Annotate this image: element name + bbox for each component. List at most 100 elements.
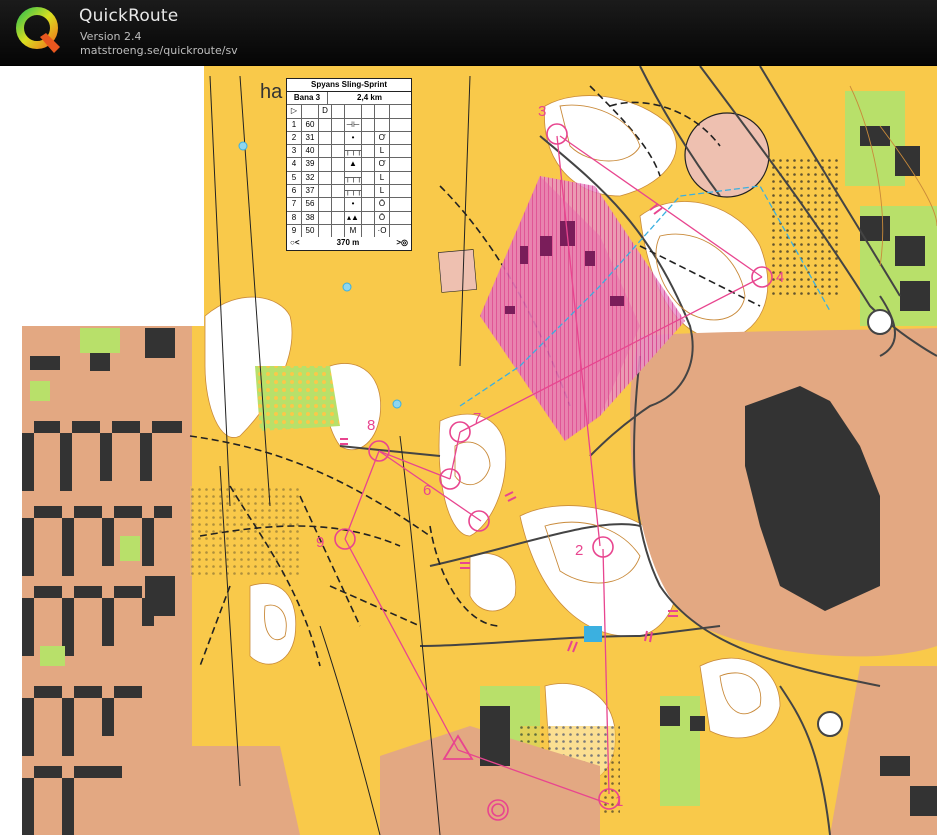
- control-number: 8: [287, 211, 302, 224]
- green-vegetation: [255, 366, 340, 431]
- fence-crossing-icon: ⊣⊢: [345, 118, 362, 131]
- control-row: 9 50 M ·O: [287, 224, 411, 238]
- location-icon: L: [375, 145, 390, 158]
- column-c: [319, 118, 332, 131]
- control-row: 6 37 ┬┬┬ L: [287, 185, 411, 199]
- quickroute-q-logo: [16, 7, 60, 53]
- roundabout: [867, 309, 893, 335]
- control-code: 60: [302, 118, 319, 131]
- control-number-1: 1: [615, 793, 623, 810]
- app-version: Version 2.4: [80, 30, 142, 43]
- control-row: 5 32 ┬┬┬ L: [287, 171, 411, 186]
- control-number-4: 4: [776, 269, 784, 286]
- boulders-icon: ▴▲: [345, 211, 362, 224]
- control-row: 3 40 ┬┬┬ L: [287, 145, 411, 159]
- column-c: [319, 185, 332, 198]
- control-number: 6: [287, 185, 302, 198]
- control-code: 38: [302, 211, 319, 224]
- app-title: QuickRoute: [79, 6, 179, 26]
- column-h: [390, 119, 411, 131]
- triangle-icon: ▲: [345, 158, 362, 171]
- water-tank: [584, 626, 602, 642]
- column-c: [319, 171, 332, 185]
- column-f: [362, 158, 375, 171]
- control-code: 50: [302, 224, 319, 238]
- roundabout: [817, 711, 843, 737]
- wall-icon: ┬┬┬: [345, 171, 362, 185]
- control-number-8: 8: [367, 417, 375, 434]
- control-number: 4: [287, 158, 302, 171]
- control-number: 2: [287, 131, 302, 145]
- column-d: [332, 224, 345, 238]
- column-d: [332, 131, 345, 145]
- column-f: [362, 185, 375, 198]
- column-h: [390, 198, 411, 210]
- course-name: Bana 3: [287, 92, 328, 105]
- dot-icon: •: [345, 131, 362, 145]
- column-c: [319, 211, 332, 224]
- column-h: [390, 158, 411, 170]
- water-point: [342, 282, 352, 292]
- column-f: [362, 131, 375, 145]
- control-number: 3: [287, 145, 302, 158]
- map-canvas[interactable]: 1 2 3 4 6 7 8 9 ha: [0, 66, 937, 835]
- control-row: 2 31 • Ơ: [287, 131, 411, 146]
- column-c: [319, 145, 332, 158]
- location-icon: ·O: [375, 224, 390, 238]
- column-h: [390, 145, 411, 157]
- paved-circle: [684, 112, 770, 198]
- course-header-row: Bana 3 2,4 km: [287, 92, 411, 106]
- water-point: [392, 399, 402, 409]
- control-number-9: 9: [316, 534, 324, 551]
- start-row: ▷ D: [287, 105, 411, 119]
- column-d: [332, 198, 345, 211]
- finish-start-icon: ○<: [290, 238, 300, 248]
- control-code: 31: [302, 131, 319, 145]
- finish-distance: 370 m: [336, 238, 360, 248]
- column-d: [332, 145, 345, 158]
- control-number-2: 2: [575, 542, 583, 559]
- control-row: 8 38 ▴▲ Ö: [287, 211, 411, 225]
- wall-icon: ┬┬┬: [345, 145, 362, 158]
- control-number-7: 7: [473, 410, 481, 427]
- paved-square: [437, 249, 477, 293]
- column-f: [362, 145, 375, 158]
- wall-icon: ┬┬┬: [345, 185, 362, 198]
- blank-corner: [0, 66, 204, 326]
- orienteering-map[interactable]: 1 2 3 4 6 7 8 9 ha Spyans Sling-Sprint B…: [0, 66, 937, 835]
- column-c: [319, 224, 332, 238]
- location-icon: Ơ: [375, 131, 390, 145]
- control-number-3: 3: [538, 103, 546, 120]
- location-icon: [375, 118, 390, 131]
- location-icon: Ö: [375, 211, 390, 224]
- course-length: 2,4 km: [357, 93, 382, 102]
- app-url[interactable]: matstroeng.se/quickroute/sv: [80, 44, 238, 57]
- finish-icon: >◎: [396, 238, 408, 248]
- column-d: [332, 211, 345, 224]
- water-point: [238, 141, 248, 151]
- location-icon: Ö: [375, 198, 390, 211]
- start-feature-icon: D: [319, 105, 332, 118]
- control-code: 40: [302, 145, 319, 158]
- column-f: [362, 224, 375, 238]
- blank-strip: [0, 326, 22, 835]
- control-code: 32: [302, 171, 319, 185]
- control-row: 4 39 ▲ Ơ: [287, 158, 411, 172]
- control-code: 56: [302, 198, 319, 211]
- column-f: [362, 211, 375, 224]
- column-c: [319, 158, 332, 171]
- column-c: [319, 198, 332, 211]
- control-number: 9: [287, 224, 302, 238]
- column-d: [332, 118, 345, 131]
- column-h: [390, 132, 411, 144]
- column-f: [362, 198, 375, 211]
- rough-open-land: [190, 486, 300, 576]
- location-icon: Ơ: [375, 158, 390, 171]
- map-place-label: ha: [260, 81, 283, 103]
- column-h: [390, 225, 411, 237]
- column-d: [332, 158, 345, 171]
- control-number: 7: [287, 198, 302, 211]
- column-c: [319, 131, 332, 145]
- column-f: [362, 171, 375, 185]
- control-code: 39: [302, 158, 319, 171]
